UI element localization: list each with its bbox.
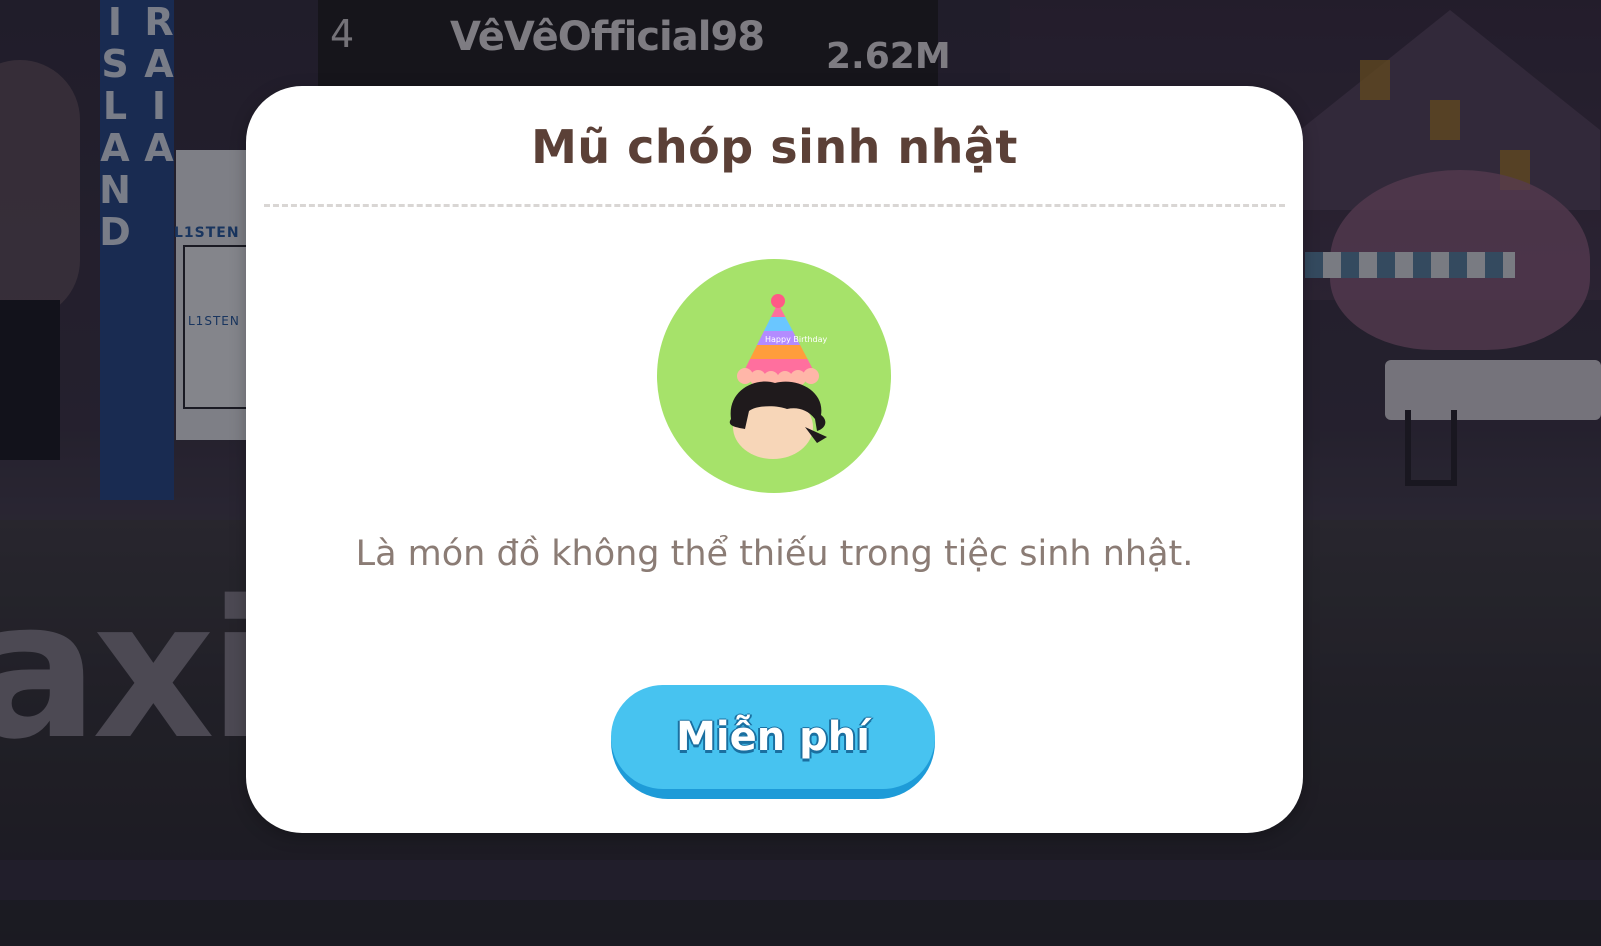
item-icon-container: Happy Birthday — [657, 259, 891, 493]
free-claim-button-label: Miễn phí — [676, 714, 870, 760]
modal-title: Mũ chóp sinh nhật — [531, 120, 1018, 174]
free-claim-button[interactable]: Miễn phí — [611, 685, 935, 799]
birthday-hat-icon: Happy Birthday — [729, 294, 828, 459]
item-description: Là món đồ không thể thiếu trong tiệc sin… — [355, 534, 1194, 574]
title-divider — [264, 204, 1285, 207]
free-claim-button-face[interactable]: Miễn phí — [611, 685, 935, 789]
item-detail-modal: Mũ chóp sinh nhật Happy Birthday Là món … — [246, 86, 1303, 833]
hat-text: Happy Birthday — [765, 335, 828, 344]
